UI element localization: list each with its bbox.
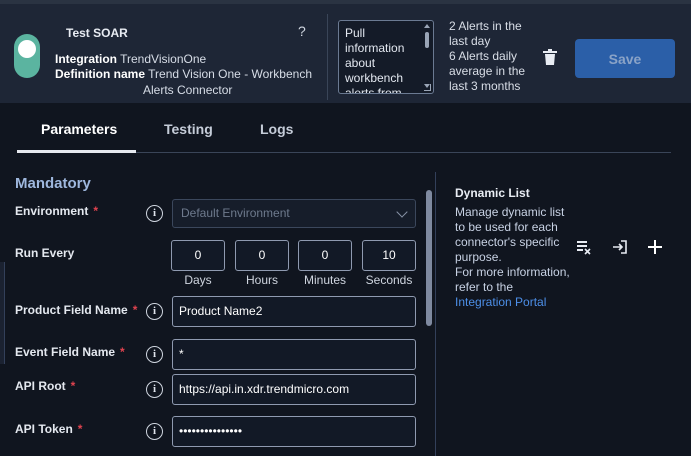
description-line: information bbox=[345, 41, 405, 55]
dynamic-list-line: connector's specific bbox=[455, 235, 560, 249]
section-title: Mandatory bbox=[15, 175, 91, 192]
environment-label: Environment * bbox=[15, 204, 98, 218]
environment-select[interactable]: Default Environment bbox=[172, 199, 416, 228]
event-field-label: Event Field Name * bbox=[15, 345, 125, 359]
info-icon[interactable]: i bbox=[146, 303, 163, 320]
connector-header: Test SOAR ? Integration TrendVisionOne D… bbox=[0, 4, 691, 103]
tab-logs[interactable]: Logs bbox=[260, 121, 293, 137]
seconds-input[interactable]: 10 bbox=[362, 240, 416, 271]
seconds-unit-label: Seconds bbox=[365, 273, 413, 287]
required-marker: * bbox=[120, 345, 125, 359]
dynamic-list-line: purpose. bbox=[455, 250, 502, 264]
form-scrollbar[interactable] bbox=[426, 190, 432, 326]
dynamic-list-title: Dynamic List bbox=[455, 186, 530, 200]
environment-placeholder: Default Environment bbox=[181, 206, 290, 220]
description-textarea[interactable]: Pull information about workbench alerts … bbox=[338, 20, 434, 94]
minutes-input[interactable]: 0 bbox=[298, 240, 352, 271]
tab-testing[interactable]: Testing bbox=[164, 121, 213, 137]
environment-label-text: Environment bbox=[15, 204, 89, 218]
required-marker: * bbox=[77, 422, 83, 436]
info-icon[interactable]: i bbox=[146, 381, 163, 398]
dynamic-list-line: Manage dynamic list bbox=[455, 205, 565, 219]
description-line: workbench bbox=[345, 71, 404, 85]
info-icon[interactable]: i bbox=[146, 205, 163, 222]
dynamic-list-line: to be used for each bbox=[455, 220, 558, 234]
days-unit-label: Days bbox=[184, 273, 212, 287]
description-line: about bbox=[345, 56, 376, 70]
dynamic-list-line: For more information, bbox=[455, 265, 570, 279]
alerts-stat-line: average in the bbox=[449, 64, 526, 78]
active-tab-indicator bbox=[17, 150, 136, 153]
required-marker: * bbox=[93, 204, 99, 218]
info-icon[interactable]: i bbox=[146, 423, 163, 440]
api-root-label-text: API Root bbox=[15, 379, 66, 393]
clear-list-icon[interactable] bbox=[575, 239, 591, 255]
enable-toggle[interactable] bbox=[14, 34, 40, 78]
definition-value: Trend Vision One - Workbench bbox=[148, 67, 312, 81]
info-icon[interactable]: i bbox=[146, 346, 163, 363]
header-divider bbox=[327, 14, 328, 100]
product-field-input[interactable]: Product Name2 bbox=[172, 296, 416, 327]
required-marker: * bbox=[70, 379, 76, 393]
panel-divider bbox=[435, 172, 436, 456]
alerts-stat-line: last 3 months bbox=[449, 79, 521, 93]
connector-title: Test SOAR bbox=[66, 26, 128, 40]
run-every-label: Run Every bbox=[15, 246, 75, 260]
required-marker: * bbox=[132, 303, 138, 317]
description-line: alerts from bbox=[345, 86, 402, 94]
description-scrollbar[interactable] bbox=[424, 24, 430, 88]
alerts-stat-line: last day bbox=[449, 34, 491, 48]
side-collapse-handle[interactable] bbox=[0, 262, 5, 364]
api-token-label-text: API Token bbox=[15, 422, 73, 436]
integration-row: Integration TrendVisionOne bbox=[55, 52, 206, 66]
alerts-stat-line: 2 Alerts in the bbox=[449, 19, 522, 33]
alerts-stat-line: 6 Alerts daily bbox=[449, 49, 518, 63]
api-token-input[interactable]: ••••••••••••••• bbox=[172, 416, 416, 447]
hours-unit-label: Hours bbox=[245, 273, 278, 287]
api-token-label: API Token * bbox=[15, 422, 82, 436]
definition-row: Definition name Trend Vision One - Workb… bbox=[55, 67, 312, 81]
tab-parameters[interactable]: Parameters bbox=[41, 121, 117, 137]
event-field-label-text: Event Field Name bbox=[15, 345, 116, 359]
definition-value-continued: Alerts Connector bbox=[143, 83, 233, 97]
hours-input[interactable]: 0 bbox=[235, 240, 289, 271]
help-icon[interactable]: ? bbox=[298, 23, 306, 39]
integration-value: TrendVisionOne bbox=[120, 52, 207, 66]
save-button[interactable]: Save bbox=[575, 39, 675, 78]
scroll-thumb[interactable] bbox=[425, 32, 429, 48]
days-input[interactable]: 0 bbox=[171, 240, 225, 271]
minutes-unit-label: Minutes bbox=[303, 273, 347, 287]
event-field-input[interactable]: * bbox=[172, 339, 416, 370]
delete-icon[interactable] bbox=[543, 49, 557, 65]
chevron-down-icon bbox=[396, 206, 408, 218]
product-field-label-text: Product Field Name bbox=[15, 303, 128, 317]
product-field-label: Product Field Name * bbox=[15, 303, 137, 317]
integration-portal-link[interactable]: Integration Portal bbox=[455, 295, 546, 309]
resize-grip-icon[interactable] bbox=[424, 84, 431, 91]
alerts-stats: 2 Alerts in the last day 6 Alerts daily … bbox=[449, 19, 541, 94]
description-line: Pull bbox=[345, 26, 366, 40]
scroll-up-arrow-icon[interactable] bbox=[424, 24, 430, 28]
dynamic-list-line: refer to the bbox=[455, 280, 514, 294]
toggle-knob bbox=[18, 40, 36, 58]
api-root-input[interactable]: https://api.in.xdr.trendmicro.com bbox=[172, 374, 416, 405]
definition-label: Definition name bbox=[55, 67, 146, 81]
integration-label: Integration bbox=[55, 52, 117, 66]
api-root-label: API Root * bbox=[15, 379, 75, 393]
dynamic-list-description: Manage dynamic list to be used for each … bbox=[455, 205, 573, 295]
import-icon[interactable] bbox=[612, 239, 628, 255]
add-icon[interactable] bbox=[647, 239, 663, 255]
